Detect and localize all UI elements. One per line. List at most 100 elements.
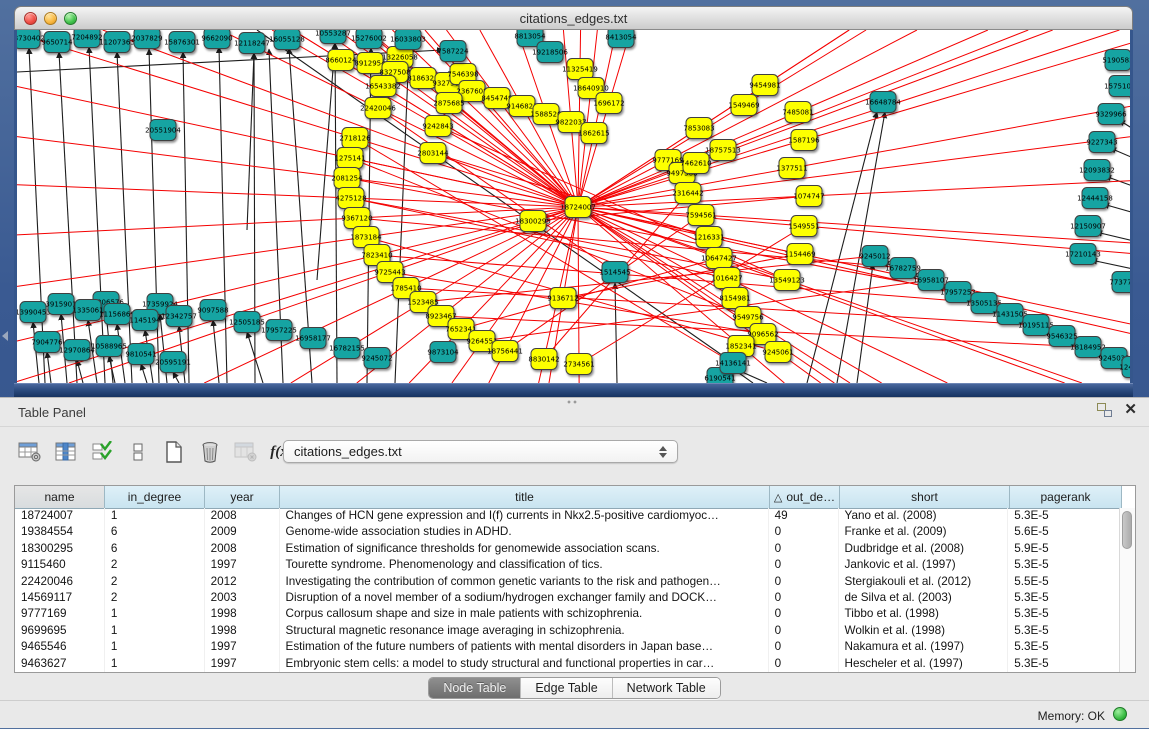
table-row[interactable]: 969969511998Structural magnetic resonanc…	[15, 623, 1120, 639]
graph-node[interactable]: 18724007	[560, 197, 596, 218]
table-row[interactable]: 1938455462009Genome-wide association stu…	[15, 524, 1120, 540]
graph-node[interactable]: 4275128	[335, 188, 366, 209]
graph-node[interactable]: 11207363	[99, 32, 135, 53]
column-header-out_de[interactable]: △out_de…	[770, 486, 840, 508]
graph-node[interactable]: 9662090	[201, 30, 232, 49]
close-panel-icon[interactable]: ✕	[1124, 403, 1137, 417]
table-row[interactable]: 2242004622012Investigating the contribut…	[15, 574, 1120, 590]
graph-node[interactable]: 7587224	[437, 41, 469, 62]
graph-node[interactable]: 17957225	[261, 320, 297, 341]
graph-node[interactable]: 1275141	[334, 148, 365, 169]
graph-node[interactable]: 7485081	[782, 102, 813, 123]
table-row[interactable]: 1456911722003Disruption of a novel membe…	[15, 590, 1120, 606]
graph-node[interactable]: 22420046	[360, 98, 396, 119]
tab-node-table[interactable]: Node Table	[429, 678, 520, 698]
graph-node[interactable]: 20595191	[155, 352, 191, 373]
network-svg[interactable]: 1872400786601248912954132260588327508165…	[17, 30, 1130, 383]
graph-node[interactable]: 9097588	[197, 300, 228, 321]
graph-node[interactable]: 12150907	[1070, 216, 1106, 237]
close-window-button[interactable]	[24, 12, 37, 25]
graph-node[interactable]: 2081254	[331, 168, 363, 189]
graph-node[interactable]: 17210143	[1065, 244, 1101, 265]
table-row[interactable]: 1872400712008Changes of HCN gene express…	[15, 508, 1120, 524]
graph-node[interactable]: 7853083	[683, 118, 714, 139]
column-header-title[interactable]: title	[280, 486, 770, 508]
graph-node[interactable]: 18757513	[705, 140, 741, 161]
graph-node[interactable]: 9810541	[125, 344, 156, 365]
graph-node[interactable]: 12118247	[234, 33, 270, 54]
graph-node[interactable]: 16958177	[295, 328, 331, 349]
table-row[interactable]: 1830029562008Estimation of significance …	[15, 541, 1120, 557]
graph-node[interactable]: 7204892	[71, 30, 102, 48]
tab-edge-table[interactable]: Edge Table	[520, 678, 611, 698]
graph-node[interactable]: 9873104	[427, 342, 459, 363]
graph-node[interactable]: 1216331	[693, 227, 724, 248]
graph-node[interactable]: 1074747	[793, 186, 824, 207]
graph-node[interactable]: 16543382	[365, 76, 401, 97]
graph-node[interactable]: 16782155	[329, 338, 365, 359]
graph-node[interactable]: 1154469	[784, 244, 815, 265]
graph-node[interactable]: 16055128	[269, 30, 305, 50]
column-header-name[interactable]: name	[15, 486, 105, 508]
float-panel-icon[interactable]	[1097, 403, 1112, 417]
graph-node[interactable]: 7594561	[685, 205, 716, 226]
graph-node[interactable]: 9367120	[341, 208, 372, 229]
graph-node[interactable]: 8154981	[719, 288, 750, 309]
graph-node[interactable]: 19218506	[532, 42, 568, 63]
graph-node[interactable]: 10553287	[315, 30, 351, 44]
graph-node[interactable]: 7737752	[1109, 272, 1130, 293]
graph-node[interactable]: 9245061	[762, 342, 793, 363]
graph-node[interactable]: 2316442	[672, 183, 703, 204]
graph-node[interactable]: 15876301	[164, 32, 200, 53]
graph-node[interactable]: 8413054	[605, 30, 637, 48]
scrollbar-thumb[interactable]	[1122, 511, 1132, 549]
graph-node[interactable]: 18300295	[515, 211, 551, 232]
network-canvas[interactable]: 1872400786601248912954132260588327508165…	[14, 30, 1133, 383]
graph-node[interactable]: 8830142	[528, 349, 559, 370]
delete-column-button[interactable]	[196, 439, 223, 466]
table-settings-button[interactable]	[16, 439, 43, 466]
row-stack-button[interactable]	[124, 439, 151, 466]
create-column-button[interactable]	[160, 439, 187, 466]
graph-node[interactable]: 12444158	[1077, 188, 1113, 209]
show-column-button[interactable]	[52, 439, 79, 466]
table-row[interactable]: 946554611997Estimation of the future num…	[15, 639, 1120, 655]
graph-node[interactable]: 9242843	[422, 116, 453, 137]
graph-node[interactable]: 10588965	[91, 336, 127, 357]
graph-node[interactable]: 5190583	[1102, 50, 1130, 71]
graph-node[interactable]: 1549551	[788, 216, 819, 237]
graph-node[interactable]: 1145194	[129, 310, 161, 331]
column-header-short[interactable]: short	[840, 486, 1010, 508]
graph-node[interactable]: 12505185	[229, 312, 265, 333]
graph-node[interactable]: 16033803	[390, 30, 426, 50]
table-vertical-scrollbar[interactable]	[1119, 508, 1135, 672]
graph-node[interactable]: 9245072	[361, 348, 392, 369]
memory-status-indicator[interactable]	[1113, 707, 1127, 721]
column-header-pagerank[interactable]: pagerank	[1010, 486, 1122, 508]
divider-grip[interactable]	[566, 400, 578, 405]
left-edge-collapse-handle[interactable]	[2, 331, 8, 341]
graph-node[interactable]: 1514545	[599, 262, 630, 283]
tab-network-table[interactable]: Network Table	[612, 678, 720, 698]
graph-node[interactable]: 1696172	[593, 93, 624, 114]
graph-node[interactable]: 13549123	[769, 270, 805, 291]
table-row[interactable]: 946362711997Embryonic stem cells: a mode…	[15, 656, 1120, 672]
graph-node[interactable]: 9454981	[749, 75, 780, 96]
graph-node[interactable]: 7462610	[680, 153, 711, 174]
graph-node[interactable]: 14136141	[715, 353, 751, 374]
graph-node[interactable]: 18756441	[487, 341, 523, 362]
table-row[interactable]: 911546021997Tourette syndrome. Phenomeno…	[15, 557, 1120, 573]
graph-node[interactable]: 1377511	[776, 158, 807, 179]
graph-node[interactable]: 12970864	[59, 340, 95, 361]
graph-node[interactable]: 9650714	[41, 32, 73, 53]
graph-node[interactable]: 10647427	[701, 248, 737, 269]
graph-node[interactable]: 1587196	[788, 130, 820, 151]
graph-node[interactable]: 2803144	[417, 143, 449, 164]
table-selector-dropdown[interactable]: citations_edges.txt	[283, 440, 678, 463]
graph-node[interactable]: 9329966	[1095, 104, 1127, 125]
graph-node[interactable]: 2875685	[433, 93, 464, 114]
delete-table-button[interactable]	[232, 439, 259, 466]
zoom-window-button[interactable]	[64, 12, 77, 25]
graph-node[interactable]: 1549469	[728, 95, 759, 116]
graph-node[interactable]: 16648784	[865, 92, 901, 113]
